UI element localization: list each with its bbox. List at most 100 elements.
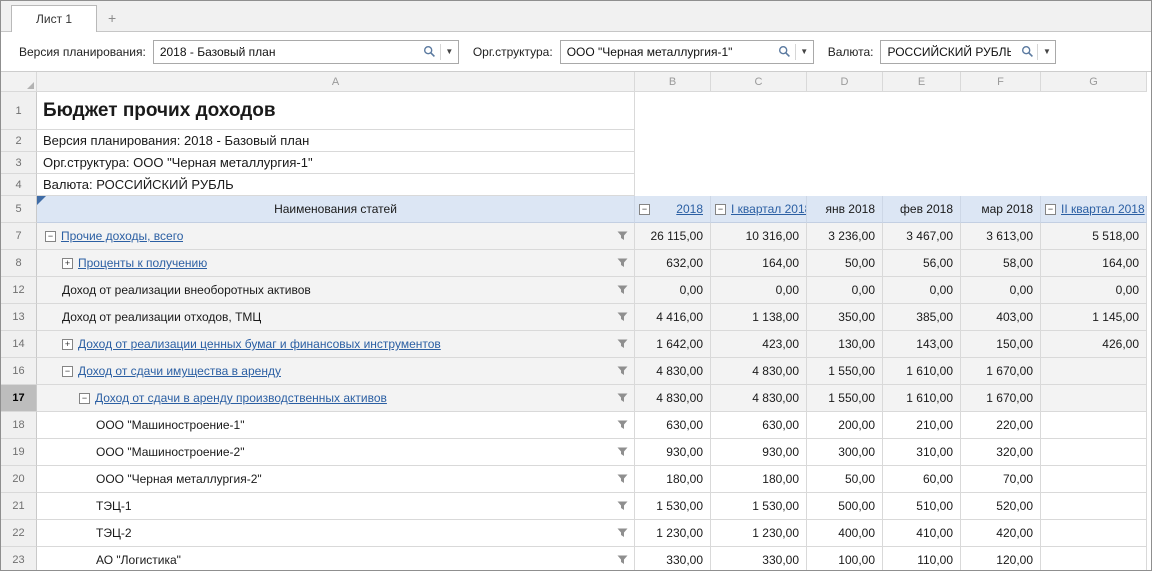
- article-link[interactable]: Проценты к получению: [78, 256, 207, 270]
- row-number[interactable]: 17: [1, 385, 37, 412]
- article-cell[interactable]: ТЭЦ-2: [37, 520, 635, 547]
- value-cell[interactable]: [1041, 520, 1147, 547]
- search-icon[interactable]: [775, 41, 795, 63]
- value-cell[interactable]: 0,00: [883, 277, 961, 304]
- value-cell[interactable]: 100,00: [807, 547, 883, 570]
- value-cell[interactable]: 143,00: [883, 331, 961, 358]
- filter-icon[interactable]: [617, 528, 628, 538]
- dropdown-arrow-icon[interactable]: ▼: [1038, 41, 1055, 63]
- row-number[interactable]: 20: [1, 466, 37, 493]
- value-cell[interactable]: 60,00: [883, 466, 961, 493]
- value-cell[interactable]: 426,00: [1041, 331, 1147, 358]
- row-number[interactable]: 3: [1, 152, 37, 174]
- value-cell[interactable]: 58,00: [961, 250, 1041, 277]
- currency-input[interactable]: [881, 41, 1017, 63]
- value-cell[interactable]: 130,00: [807, 331, 883, 358]
- value-cell[interactable]: 4 830,00: [711, 358, 807, 385]
- article-link[interactable]: Доход от сдачи в аренду производственных…: [95, 391, 387, 405]
- article-cell[interactable]: +Проценты к получению: [37, 250, 635, 277]
- value-cell[interactable]: 26 115,00: [635, 223, 711, 250]
- article-link[interactable]: Доход от реализации ценных бумаг и финан…: [78, 337, 441, 351]
- article-cell[interactable]: ООО "Машиностроение-2": [37, 439, 635, 466]
- value-cell[interactable]: 310,00: [883, 439, 961, 466]
- value-cell[interactable]: 0,00: [1041, 277, 1147, 304]
- org-structure-input[interactable]: [561, 41, 775, 63]
- value-cell[interactable]: 1 610,00: [883, 358, 961, 385]
- column-letter-A[interactable]: A: [37, 72, 635, 92]
- value-cell[interactable]: 5 518,00: [1041, 223, 1147, 250]
- period-header-cell[interactable]: мар 2018: [961, 196, 1041, 223]
- article-link[interactable]: Прочие доходы, всего: [61, 229, 183, 243]
- value-cell[interactable]: 4 830,00: [711, 385, 807, 412]
- articles-header-cell[interactable]: Наименования статей: [37, 196, 635, 223]
- period-header-cell[interactable]: −2018: [635, 196, 711, 223]
- article-cell[interactable]: ООО "Черная металлургия-2": [37, 466, 635, 493]
- value-cell[interactable]: 120,00: [961, 547, 1041, 570]
- value-cell[interactable]: [1041, 358, 1147, 385]
- value-cell[interactable]: 56,00: [883, 250, 961, 277]
- select-all-corner[interactable]: [1, 72, 37, 92]
- filter-icon[interactable]: [617, 366, 628, 376]
- row-number[interactable]: 2: [1, 130, 37, 152]
- period-header-cell[interactable]: фев 2018: [883, 196, 961, 223]
- value-cell[interactable]: 330,00: [635, 547, 711, 570]
- row-number[interactable]: 4: [1, 174, 37, 196]
- value-cell[interactable]: 1 610,00: [883, 385, 961, 412]
- value-cell[interactable]: 632,00: [635, 250, 711, 277]
- row-number[interactable]: 16: [1, 358, 37, 385]
- period-header-cell[interactable]: янв 2018: [807, 196, 883, 223]
- value-cell[interactable]: 500,00: [807, 493, 883, 520]
- filter-icon[interactable]: [617, 339, 628, 349]
- row-number[interactable]: 14: [1, 331, 37, 358]
- value-cell[interactable]: 3 236,00: [807, 223, 883, 250]
- value-cell[interactable]: 300,00: [807, 439, 883, 466]
- row-number[interactable]: 19: [1, 439, 37, 466]
- article-cell[interactable]: Доход от реализации внеоборотных активов: [37, 277, 635, 304]
- value-cell[interactable]: [1041, 385, 1147, 412]
- value-cell[interactable]: 1 550,00: [807, 385, 883, 412]
- value-cell[interactable]: 1 642,00: [635, 331, 711, 358]
- value-cell[interactable]: 164,00: [711, 250, 807, 277]
- value-cell[interactable]: 423,00: [711, 331, 807, 358]
- article-cell[interactable]: ООО "Машиностроение-1": [37, 412, 635, 439]
- value-cell[interactable]: [1041, 547, 1147, 570]
- info-cell[interactable]: Орг.структура: ООО "Черная металлургия-1…: [37, 152, 635, 174]
- value-cell[interactable]: 330,00: [711, 547, 807, 570]
- info-cell[interactable]: Валюта: РОССИЙСКИЙ РУБЛЬ: [37, 174, 635, 196]
- filter-icon[interactable]: [617, 555, 628, 565]
- article-cell[interactable]: АО "Логистика": [37, 547, 635, 570]
- search-icon[interactable]: [1017, 41, 1037, 63]
- value-cell[interactable]: 420,00: [961, 520, 1041, 547]
- value-cell[interactable]: 320,00: [961, 439, 1041, 466]
- value-cell[interactable]: 0,00: [807, 277, 883, 304]
- article-link[interactable]: Доход от сдачи имущества в аренду: [78, 364, 281, 378]
- collapse-icon[interactable]: −: [715, 204, 726, 215]
- value-cell[interactable]: 1 670,00: [961, 358, 1041, 385]
- collapse-icon[interactable]: −: [79, 393, 90, 404]
- row-number[interactable]: 8: [1, 250, 37, 277]
- row-number[interactable]: 12: [1, 277, 37, 304]
- row-number[interactable]: 22: [1, 520, 37, 547]
- filter-icon[interactable]: [617, 258, 628, 268]
- row-number[interactable]: 5: [1, 196, 37, 223]
- value-cell[interactable]: 0,00: [961, 277, 1041, 304]
- value-cell[interactable]: 1 230,00: [635, 520, 711, 547]
- filter-icon[interactable]: [617, 231, 628, 241]
- info-cell[interactable]: Версия планирования: 2018 - Базовый план: [37, 130, 635, 152]
- column-letter-F[interactable]: F: [961, 72, 1041, 92]
- column-letter-E[interactable]: E: [883, 72, 961, 92]
- value-cell[interactable]: [1041, 466, 1147, 493]
- value-cell[interactable]: 210,00: [883, 412, 961, 439]
- value-cell[interactable]: 1 138,00: [711, 304, 807, 331]
- value-cell[interactable]: 4 830,00: [635, 358, 711, 385]
- value-cell[interactable]: 630,00: [711, 412, 807, 439]
- filter-icon[interactable]: [617, 501, 628, 511]
- column-letter-B[interactable]: B: [635, 72, 711, 92]
- value-cell[interactable]: 4 416,00: [635, 304, 711, 331]
- row-number[interactable]: 13: [1, 304, 37, 331]
- value-cell[interactable]: 1 145,00: [1041, 304, 1147, 331]
- value-cell[interactable]: 3 467,00: [883, 223, 961, 250]
- row-number[interactable]: 1: [1, 92, 37, 130]
- value-cell[interactable]: 1 550,00: [807, 358, 883, 385]
- value-cell[interactable]: 520,00: [961, 493, 1041, 520]
